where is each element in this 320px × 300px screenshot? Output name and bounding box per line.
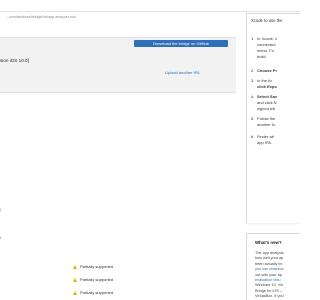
instruction-step: 6. Finder wil app IPA. bbox=[251, 134, 274, 146]
step-text: In Xcode, c bbox=[257, 36, 278, 41]
left-text-fragment: l bbox=[0, 208, 1, 212]
step-text: click Expo bbox=[257, 84, 277, 89]
step-text: build. bbox=[257, 54, 267, 59]
warning-icon bbox=[73, 290, 77, 295]
support-status-label: Partially supported bbox=[80, 264, 114, 269]
support-status-label: Partially supported bbox=[80, 290, 114, 295]
step-text: Choose Pr bbox=[257, 68, 278, 73]
step-text: signed wit bbox=[257, 106, 275, 111]
step-text: app IPA. bbox=[257, 140, 273, 145]
left-text-fragment: l bbox=[0, 236, 1, 240]
whats-new-title: What's new? bbox=[255, 240, 282, 245]
step-text: Finder wil bbox=[257, 134, 275, 139]
support-status-row: Partially supported bbox=[73, 264, 113, 269]
step-text: connected bbox=[257, 42, 276, 47]
instructions-column: Xcode to use the 1. In Xcode, c connected… bbox=[246, 0, 300, 300]
instruction-step: 2. Choose Pr bbox=[251, 68, 277, 74]
instructions-intro: Xcode to use the bbox=[251, 18, 283, 23]
support-status-row: Partially supported bbox=[73, 290, 113, 295]
instruction-step: 5. Follow the another fo bbox=[251, 116, 275, 128]
evaluation-vm-link[interactable]: evaluation virtu bbox=[255, 278, 281, 282]
ios-version-text: sion iOS 10.0) bbox=[0, 58, 30, 63]
step-text: and click N bbox=[257, 100, 277, 105]
step-text: Select Sav bbox=[257, 94, 278, 99]
download-bridge-button[interactable]: Download the bridge on GitHub bbox=[134, 40, 228, 47]
warning-icon bbox=[73, 277, 77, 282]
upload-another-ipa-link[interactable]: Upload another IPA bbox=[165, 70, 200, 75]
whats-new-line: VirtualBox. If you bbox=[255, 294, 284, 299]
support-status-row: Partially supported bbox=[73, 277, 113, 282]
instruction-step: 3. In the Ar click Expo bbox=[251, 78, 277, 90]
instruction-step: 1. In Xcode, c connected menu. Fo build. bbox=[251, 36, 277, 60]
page-url: ...com/windows/bridge/ios/app-analyzer-t… bbox=[6, 15, 76, 19]
instruction-step: 4. Select Sav and click N signed wit bbox=[251, 94, 277, 112]
step-text: Follow the bbox=[257, 116, 276, 121]
whats-new-card: What's new? The app analysis how well yo… bbox=[246, 233, 300, 300]
step-text: In the Ar bbox=[257, 78, 272, 83]
download-link[interactable]: you can downloa bbox=[255, 267, 284, 271]
support-status-label: Partially supported bbox=[80, 277, 114, 282]
instructions-card: Xcode to use the 1. In Xcode, c connected… bbox=[246, 13, 300, 223]
step-text: another fo bbox=[257, 122, 276, 127]
warning-icon bbox=[73, 264, 77, 269]
step-text: menu. Fo bbox=[257, 48, 274, 53]
